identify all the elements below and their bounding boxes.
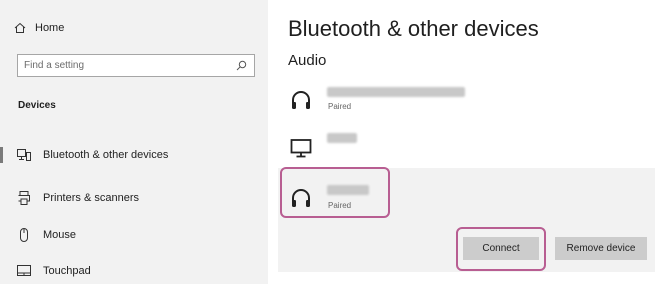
selected-device-highlight — [280, 167, 390, 218]
section-heading-audio: Audio — [288, 52, 327, 69]
sidebar-item-bluetooth[interactable]: Bluetooth & other devices — [0, 140, 268, 170]
main-content: Bluetooth & other devices Audio Paired P… — [268, 0, 665, 284]
monitor-icon — [290, 139, 312, 158]
sidebar-item-label: Touchpad — [43, 265, 91, 277]
sidebar-item-label: Bluetooth & other devices — [43, 149, 169, 161]
device-name-redacted — [327, 133, 357, 143]
touchpad-icon — [17, 265, 31, 276]
printer-icon — [18, 191, 30, 205]
device-status: Paired — [328, 102, 352, 111]
bluetooth-devices-icon — [17, 149, 31, 161]
headphones-icon — [292, 91, 310, 109]
home-label: Home — [35, 22, 65, 34]
mouse-icon — [20, 228, 28, 242]
section-label-devices: Devices — [18, 100, 56, 111]
home-icon — [14, 22, 26, 33]
search-input[interactable]: Find a setting — [17, 54, 255, 77]
device-name-redacted — [327, 87, 465, 97]
search-icon — [236, 60, 247, 71]
device-item[interactable] — [283, 130, 653, 164]
remove-device-button[interactable]: Remove device — [555, 237, 647, 260]
home-link[interactable]: Home — [14, 22, 64, 34]
connect-button-highlight — [456, 227, 546, 271]
search-placeholder: Find a setting — [24, 60, 85, 71]
device-item[interactable]: Paired — [283, 82, 653, 118]
sidebar-item-printers[interactable]: Printers & scanners — [0, 183, 268, 213]
page-title: Bluetooth & other devices — [288, 16, 539, 41]
sidebar-item-touchpad[interactable]: Touchpad — [0, 256, 268, 286]
sidebar-item-label: Mouse — [43, 229, 77, 241]
sidebar-item-mouse[interactable]: Mouse — [0, 220, 268, 250]
sidebar: Home Find a setting Devices Bluetooth & … — [0, 0, 268, 284]
sidebar-item-label: Printers & scanners — [43, 192, 139, 204]
